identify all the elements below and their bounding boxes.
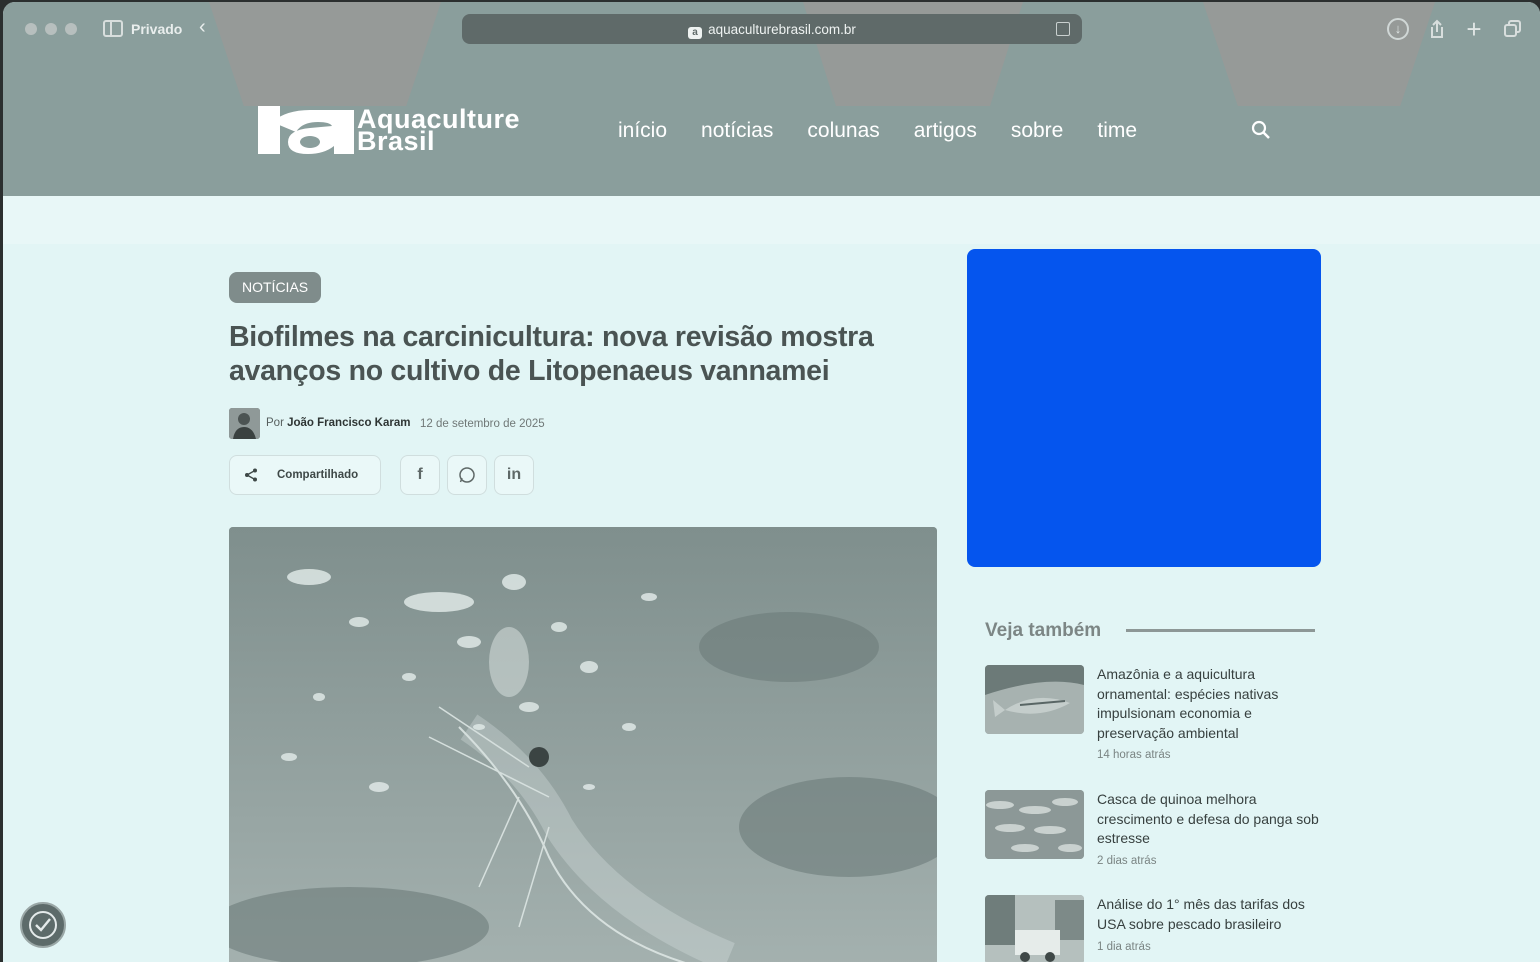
url-text: aquaculturebrasil.com.br <box>708 22 856 37</box>
nav-item-sobre[interactable]: sobre <box>1011 119 1064 143</box>
category-badge[interactable]: NOTÍCIAS <box>229 272 322 303</box>
heading-divider <box>1126 629 1315 632</box>
sidebar-toggle-icon[interactable] <box>103 20 123 37</box>
author-name[interactable]: João Francisco Karam <box>287 417 410 429</box>
accessibility-icon[interactable] <box>20 902 66 948</box>
facebook-icon: f <box>417 466 423 483</box>
browser-window: Privado ‹ a aquaculturebrasil.com.br ↓ + … <box>3 2 1540 962</box>
minimize-window-button[interactable] <box>45 23 57 35</box>
logo-wordmark[interactable]: Aquaculture Brasil <box>357 106 520 155</box>
tab-overview-icon[interactable] <box>1502 18 1524 40</box>
ad-banner[interactable] <box>967 249 1321 567</box>
nav-item-time[interactable]: time <box>1097 119 1137 143</box>
publish-date: 12 de setembro de 2025 <box>420 418 545 430</box>
related-time: 14 horas atrás <box>1097 749 1171 761</box>
nav-item-artigos[interactable]: artigos <box>914 119 977 143</box>
author-avatar <box>229 408 260 439</box>
download-icon[interactable]: ↓ <box>1387 18 1409 40</box>
hero-image <box>229 527 937 962</box>
search-icon[interactable] <box>1251 120 1271 140</box>
related-thumbnail[interactable] <box>985 790 1084 859</box>
main-nav: início notícias colunas artigos sobre ti… <box>618 119 1171 143</box>
article-title: Biofilmes na carcinicultura: nova revisã… <box>229 321 874 387</box>
close-window-button[interactable] <box>25 23 37 35</box>
related-title[interactable]: Casca de quinoa melhora crescimento e de… <box>1097 790 1319 849</box>
related-heading: Veja também <box>985 620 1102 641</box>
share-icon <box>244 468 258 485</box>
top-band <box>3 196 1540 244</box>
new-tab-icon[interactable]: + <box>1463 16 1485 42</box>
related-time: 1 dia atrás <box>1097 941 1151 953</box>
back-arrow-icon[interactable]: ‹ <box>199 16 206 39</box>
nav-item-noticias[interactable]: notícias <box>701 119 773 143</box>
reader-mode-icon[interactable] <box>1056 22 1070 36</box>
browser-toolbar: Privado ‹ a aquaculturebrasil.com.br ↓ + <box>3 2 1540 58</box>
share-icon[interactable] <box>1426 18 1448 40</box>
share-label: Compartilhado <box>277 469 359 481</box>
related-time: 2 dias atrás <box>1097 855 1157 867</box>
site-header: Privado ‹ a aquaculturebrasil.com.br ↓ + … <box>3 2 1540 196</box>
share-button[interactable]: Compartilhado <box>229 455 381 495</box>
nav-item-colunas[interactable]: colunas <box>807 119 879 143</box>
facebook-share-button[interactable]: f <box>400 455 440 495</box>
related-thumbnail[interactable] <box>985 895 1084 962</box>
related-title[interactable]: Amazônia e a aquicultura ornamental: esp… <box>1097 665 1319 743</box>
private-mode-label: Privado <box>131 21 183 37</box>
page-content: NOTÍCIAS Biofilmes na carcinicultura: no… <box>3 196 1540 962</box>
logo-icon[interactable] <box>258 102 354 154</box>
byline: Por João Francisco Karam <box>266 417 411 429</box>
related-thumbnail[interactable] <box>985 665 1084 734</box>
related-title[interactable]: Análise do 1° mês das tarifas dos USA so… <box>1097 895 1319 934</box>
zoom-window-button[interactable] <box>65 23 77 35</box>
nav-item-inicio[interactable]: início <box>618 119 667 143</box>
site-favicon-icon: a <box>688 27 703 39</box>
linkedin-share-button[interactable]: in <box>494 455 534 495</box>
address-bar[interactable]: a aquaculturebrasil.com.br <box>462 14 1082 44</box>
whatsapp-share-button[interactable] <box>447 455 487 495</box>
linkedin-icon: in <box>506 466 522 483</box>
whatsapp-icon <box>459 467 475 483</box>
